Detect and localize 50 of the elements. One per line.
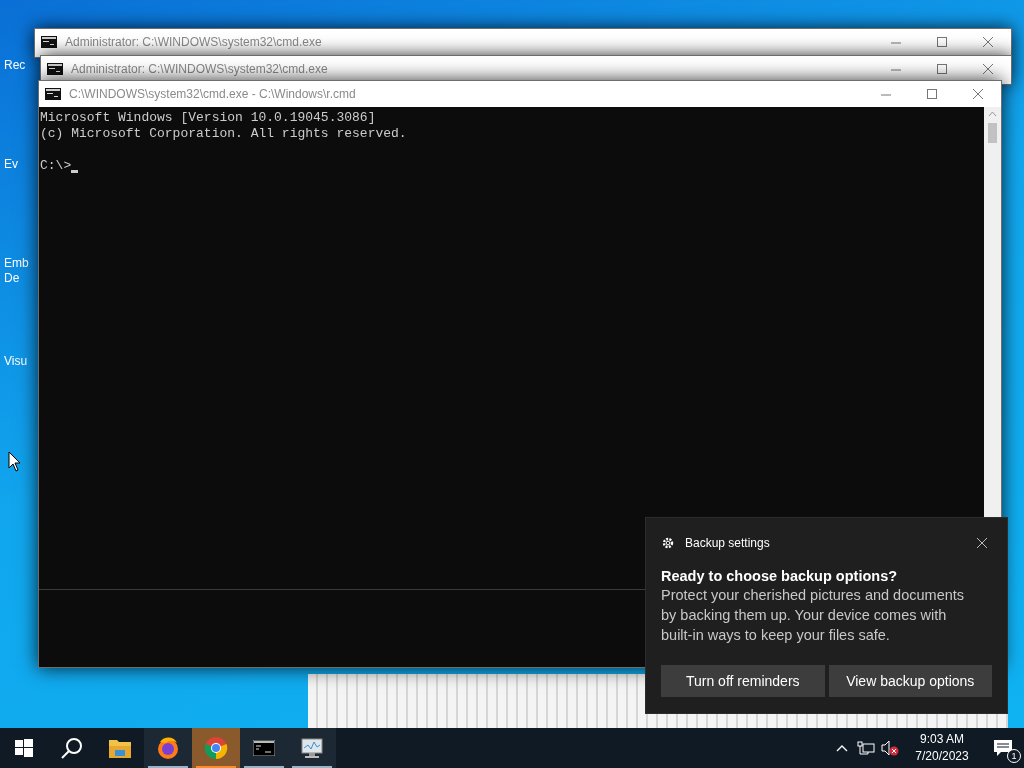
desktop-icon-label[interactable]: Emb — [4, 256, 29, 271]
maximize-icon — [937, 37, 947, 47]
terminal-icon — [47, 63, 63, 75]
search-icon — [61, 737, 83, 759]
close-icon — [983, 37, 993, 47]
action-center-button[interactable]: 1 — [982, 728, 1024, 768]
clock-button[interactable]: 9:03 AM 7/20/2023 — [902, 728, 982, 768]
notification-icon — [993, 739, 1013, 757]
close-icon — [977, 538, 987, 548]
start-icon — [15, 739, 33, 757]
console-text: (c) Microsoft Corporation. All rights reserved. — [40, 126, 407, 142]
notification-body: Protect your cherished pictures and documents by backing them up. Your device comes with built-in ways to keep your files safe. — [661, 586, 966, 645]
settings-icon — [661, 536, 675, 550]
notification-app-name: Backup settings — [685, 535, 771, 552]
taskbar-button[interactable] — [240, 728, 288, 768]
scroll-thumb[interactable] — [988, 123, 997, 143]
console-text: Microsoft Windows [Version 10.0.19045.3086] — [40, 110, 376, 126]
notification-count-badge: 1 — [1007, 749, 1021, 763]
desktop-icon-label[interactable]: Ev — [4, 157, 18, 172]
window-title: Administrator: C:\WINDOWS\system32\cmd.exe — [71, 61, 329, 78]
terminal-icon — [253, 740, 275, 756]
maximize-icon — [937, 64, 947, 74]
chevron-up-icon — [836, 744, 848, 752]
desktop-icon-label[interactable]: Visu — [4, 354, 28, 369]
mouse-pointer-icon — [8, 451, 22, 473]
terminal-icon — [41, 36, 57, 48]
maximize-icon — [927, 89, 937, 99]
round-browser-icon — [204, 736, 228, 760]
notification-button[interactable]: View backup options — [828, 665, 992, 697]
running-indicator — [292, 766, 332, 768]
running-indicator — [148, 766, 188, 768]
console-prompt: C:\> — [40, 158, 72, 174]
close-icon — [973, 89, 983, 99]
desktop-icon-label[interactable]: De — [4, 271, 20, 286]
text-cursor — [71, 170, 79, 173]
monitor-icon — [300, 737, 324, 759]
browser-globe-icon — [156, 736, 180, 760]
taskbar-button[interactable] — [144, 728, 192, 768]
notification-button[interactable]: Turn off reminders — [661, 665, 825, 697]
desktop-icon-label[interactable]: Rec — [4, 58, 26, 73]
close-icon — [983, 64, 993, 74]
folder-icon — [109, 738, 131, 758]
window-title: C:\WINDOWS\system32\cmd.exe - C:\Windows\r.cmd — [69, 86, 357, 103]
running-indicator — [244, 766, 284, 768]
window-title: Administrator: C:\WINDOWS\system32\cmd.exe — [65, 34, 323, 51]
notification-heading: Ready to choose backup options? — [661, 567, 899, 585]
network-icon — [857, 741, 875, 755]
terminal-icon — [45, 88, 61, 100]
taskbar-button[interactable] — [288, 728, 336, 768]
running-indicator — [196, 766, 236, 768]
